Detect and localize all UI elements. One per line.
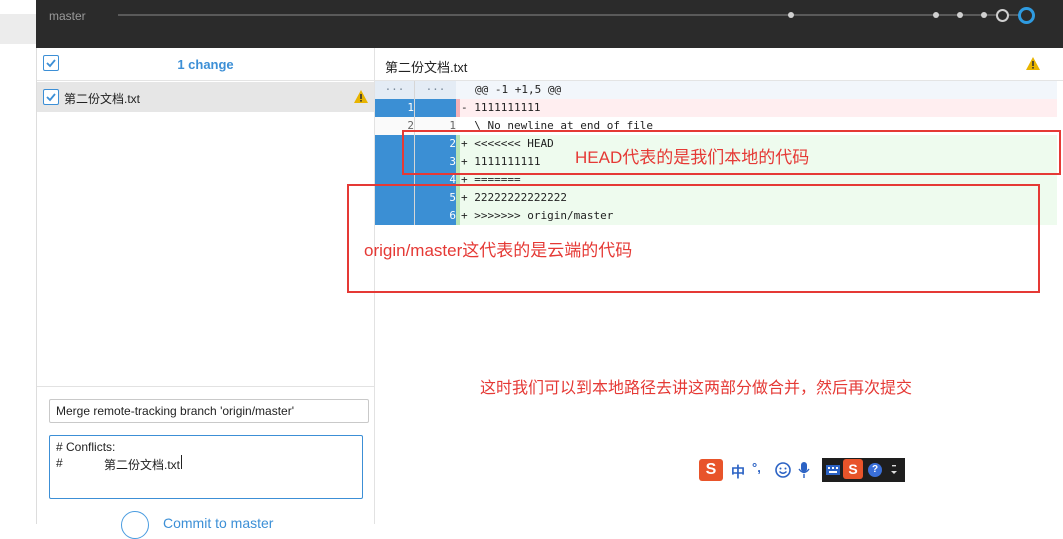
commit-dot[interactable] [957,12,963,18]
check-icon [46,93,56,102]
file-name: 第二份文档.txt [64,92,141,106]
commit-dot[interactable] [981,12,987,18]
diff-file-name: 第二份文档.txt [385,60,468,75]
menu-arrow-icon[interactable] [890,462,898,478]
description-line: 第二份文档.txt [104,458,181,472]
branch-name[interactable]: master [49,9,86,23]
top-bar: master [36,0,1063,48]
sogou-logo-icon[interactable]: S [699,459,723,481]
ime-punct-toggle[interactable]: °, [752,460,761,475]
new-line-number[interactable] [415,99,456,117]
old-line-number[interactable]: 1 [375,99,414,117]
ime-toolbar: S 中 °, S ? [697,456,905,484]
emoji-icon[interactable] [775,462,791,478]
changed-file-row[interactable]: 第二份文档.txt [37,82,374,112]
commit-panel: # Conflicts: # 第二份文档.txt Commit to maste… [37,386,374,539]
left-edge-tab[interactable] [0,14,36,44]
description-line: # Conflicts: [56,440,116,454]
changes-header: 1 change [37,48,374,81]
hunk-header: @@ -1 +1,5 @@ [475,83,562,96]
keyboard-icon[interactable] [825,462,841,478]
expand-gutter[interactable]: ··· [375,81,414,99]
warning-icon [354,90,368,103]
text-cursor [181,455,182,469]
warning-icon [1026,57,1040,70]
hunk-header-row[interactable]: ··· ··· @@ -1 +1,5 @@ [375,81,1057,99]
commit-button[interactable]: Commit to master [121,511,321,539]
annotation-note-text: 这时我们可以到本地路径去讲这两部分做合并，然后再次提交 [480,380,913,397]
microphone-icon[interactable] [798,461,810,479]
diff-header: 第二份文档.txt [375,48,1063,81]
description-line: # [56,456,63,470]
diff-line-text: - 1111111111 [461,101,541,114]
expand-gutter[interactable]: ··· [415,81,456,99]
commit-dot[interactable] [788,12,794,18]
annotation-head-text: HEAD代表的是我们本地的代码 [575,148,810,167]
file-checkbox[interactable] [43,89,59,105]
help-icon[interactable]: ? [868,463,882,477]
commit-summary-input[interactable] [49,399,369,423]
ime-tray: S ? [822,458,905,482]
commit-dot[interactable] [933,12,939,18]
commit-dot-open[interactable] [996,9,1009,22]
current-commit-dot[interactable] [1018,7,1035,24]
commit-description-input[interactable]: # Conflicts: # 第二份文档.txt [49,435,363,499]
changes-sidebar: 1 change 第二份文档.txt # Conflicts: # 第二份文档.… [37,48,374,539]
ime-mode-toggle[interactable]: 中 [731,462,745,482]
changes-count: 1 change [177,57,234,72]
diff-line-deleted[interactable]: 1 - 1111111111 [375,99,1057,117]
sogou-tray-icon[interactable]: S [843,459,863,479]
commit-icon [121,511,149,539]
commit-button-label: Commit to master [163,515,274,531]
annotation-origin-text: origin/master这代表的是云端的代码 [364,241,633,260]
commit-graph-line [118,14,1025,16]
left-edge-panel [0,0,36,524]
